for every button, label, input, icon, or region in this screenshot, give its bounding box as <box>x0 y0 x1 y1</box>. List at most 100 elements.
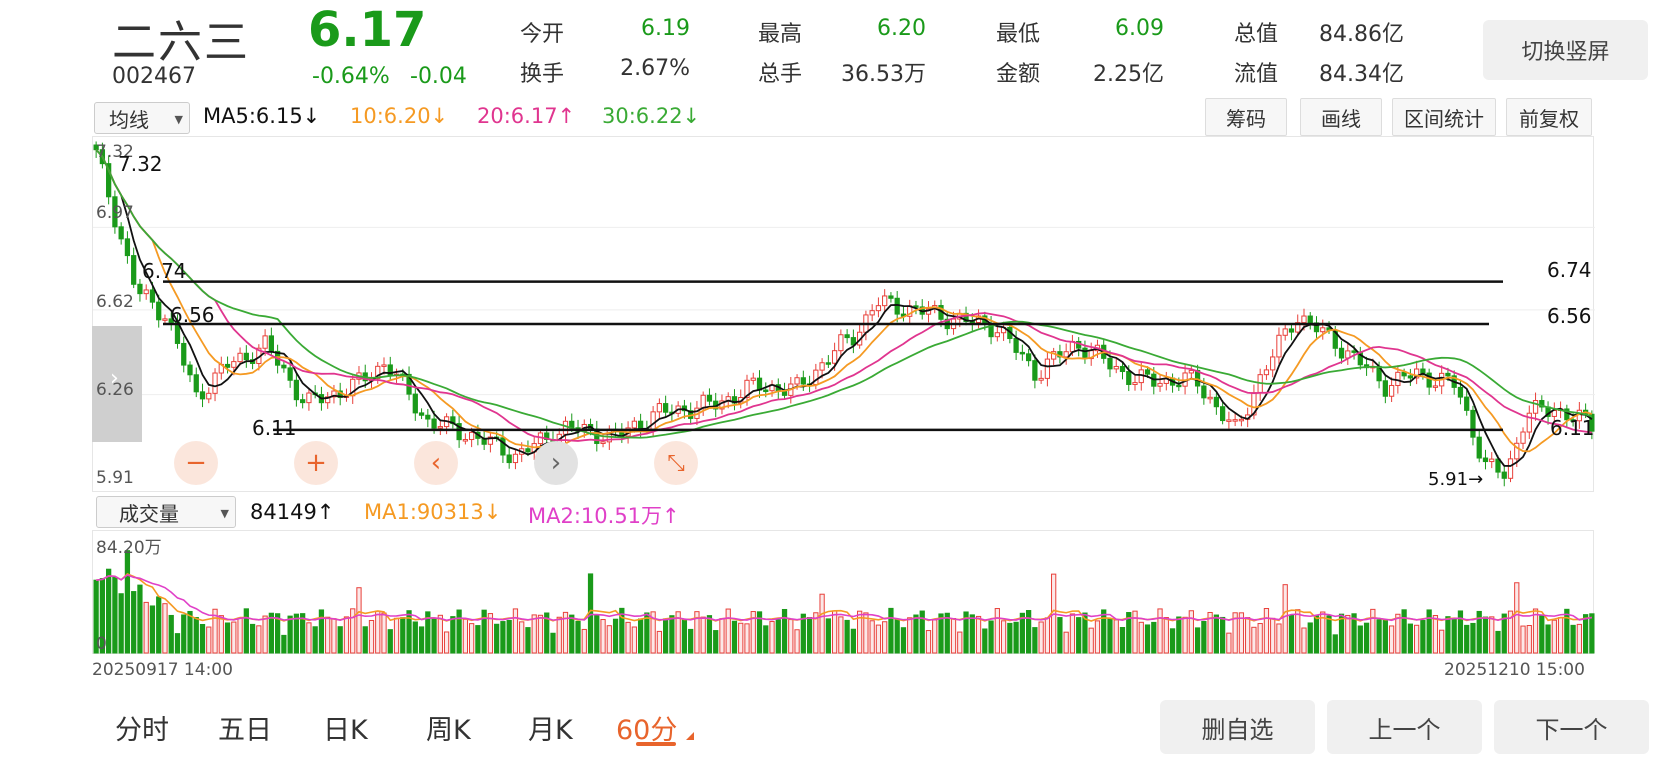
ma10-readout: 10:6.20↓ <box>350 104 449 128</box>
volume-bar <box>231 621 237 654</box>
tab-monthly-k[interactable]: 月K <box>528 708 573 747</box>
volume-bar <box>581 628 587 654</box>
switch-portrait-button[interactable]: 切换竖屏 <box>1483 20 1648 80</box>
candle-body <box>706 394 713 402</box>
candle-body <box>700 394 706 409</box>
ma20-readout: 20:6.17↑ <box>477 104 576 128</box>
volume-chart <box>93 550 1595 654</box>
collapse-icon[interactable]: ⤡ <box>654 441 698 485</box>
forward-adjust-button[interactable]: 前复权 <box>1506 98 1592 136</box>
candle-body <box>1382 380 1388 397</box>
tab-intraday[interactable]: 分时 <box>115 708 169 747</box>
candle-body <box>469 431 475 441</box>
candle-body <box>293 379 300 401</box>
volume-bar <box>1326 615 1332 654</box>
volume-bar <box>1470 622 1476 654</box>
candle-body <box>1082 347 1088 360</box>
volume-bar <box>1094 620 1101 654</box>
volume-bar <box>969 614 975 654</box>
candle-body <box>1507 458 1514 479</box>
scroll-right-button[interactable]: › <box>534 441 578 485</box>
candle-body <box>800 377 806 385</box>
candle-body <box>212 372 218 394</box>
volume-bar <box>763 625 769 654</box>
stat-label-turnover: 换手 <box>520 62 565 87</box>
candle-body <box>237 352 243 363</box>
candle-body <box>819 362 825 371</box>
volume-bar <box>418 626 425 654</box>
candle-body <box>431 418 437 429</box>
volume-bar <box>1332 634 1338 654</box>
candle-body <box>1044 358 1051 379</box>
candle-body <box>199 391 206 400</box>
volume-bar <box>1113 619 1119 654</box>
volume-bar <box>537 614 544 654</box>
candle-body <box>869 310 875 316</box>
candle-body <box>418 412 425 416</box>
volume-bar <box>187 610 193 654</box>
volume-bar <box>1063 631 1069 654</box>
candle-body <box>1013 338 1019 353</box>
candle-body <box>1176 384 1182 388</box>
volume-bar <box>1345 614 1351 654</box>
volume-bar <box>1194 627 1201 654</box>
candle-body <box>1495 458 1501 473</box>
volume-bar <box>325 616 331 654</box>
draw-line-button[interactable]: 画线 <box>1300 98 1382 136</box>
chips-button[interactable]: 筹码 <box>1205 98 1287 136</box>
candle-body <box>287 367 293 381</box>
current-price: 6.17 <box>308 2 427 58</box>
tab-daily-k[interactable]: 日K <box>323 708 368 747</box>
volume-bar <box>506 619 512 654</box>
volume-bar <box>688 628 694 654</box>
volume-bar <box>450 616 456 654</box>
range-stats-button[interactable]: 区间统计 <box>1392 98 1496 136</box>
volume-bar <box>1295 609 1301 654</box>
candle-body <box>425 414 431 420</box>
indicator-select[interactable]: 均线 ▼ <box>94 102 190 134</box>
volume-bar <box>387 629 393 654</box>
zoom-out-button[interactable]: − <box>174 441 218 485</box>
volume-bar <box>844 619 850 654</box>
volume-bar <box>781 608 788 654</box>
tab-five-day[interactable]: 五日 <box>218 708 272 747</box>
volume-bar <box>393 617 400 654</box>
previous-stock-button[interactable]: 上一个 <box>1327 700 1482 754</box>
candle-body <box>1532 400 1539 414</box>
volume-bar <box>287 615 293 654</box>
price-chart-area[interactable] <box>92 136 1595 492</box>
candle-body <box>1270 356 1276 371</box>
candle-body <box>663 403 669 413</box>
level-674-label: 6.74 <box>142 259 187 283</box>
volume-bar <box>256 625 262 654</box>
volume-bar <box>1226 632 1232 654</box>
volume-bar <box>469 623 475 654</box>
volume-bar <box>944 612 950 654</box>
volume-bar <box>631 626 637 654</box>
volume-bar <box>156 596 162 654</box>
volume-bar <box>1451 618 1457 654</box>
tab-weekly-k[interactable]: 周K <box>426 708 471 747</box>
candle-body <box>281 364 287 369</box>
price-axis-label: 6.97 <box>96 203 134 223</box>
scroll-left-button[interactable]: ‹ <box>414 441 458 485</box>
volume-bar <box>838 616 844 654</box>
candle-body <box>243 352 249 361</box>
volume-bar <box>218 615 224 654</box>
remove-watchlist-button[interactable]: 删自选 <box>1160 700 1315 754</box>
volume-bar <box>356 587 362 654</box>
volume-bar <box>569 614 575 654</box>
volume-bar <box>1439 629 1445 654</box>
zoom-in-button[interactable]: + <box>294 441 338 485</box>
volume-bar <box>181 614 187 654</box>
volume-bar <box>312 626 318 654</box>
candle-body <box>1388 384 1395 397</box>
volume-bar <box>1338 613 1345 654</box>
volume-bar <box>512 608 519 654</box>
candle-body <box>844 334 850 339</box>
next-stock-button[interactable]: 下一个 <box>1494 700 1649 754</box>
volume-chart-area[interactable] <box>92 530 1595 654</box>
volume-bar <box>131 591 137 654</box>
volume-bar <box>475 625 481 654</box>
volume-indicator-select[interactable]: 成交量 ▼ <box>96 496 236 528</box>
